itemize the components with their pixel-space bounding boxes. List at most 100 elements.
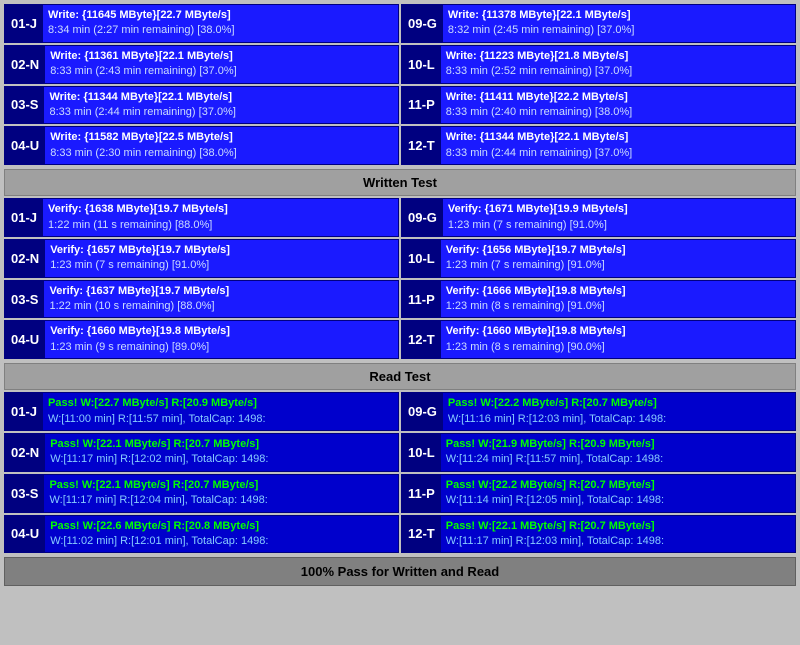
write-line1-12t: Write: {11344 MByte}[22.1 MByte/s] xyxy=(446,130,790,145)
pass-info-11p: Pass! W:[22.2 MByte/s] R:[20.7 MByte/s] … xyxy=(441,475,795,512)
device-label-10l: 10-L xyxy=(402,46,441,83)
device-info-03s: Write: {11344 MByte}[22.1 MByte/s] 8:33 … xyxy=(44,87,398,124)
verify-label-02n: 02-N xyxy=(5,240,45,277)
device-info-12t: Write: {11344 MByte}[22.1 MByte/s] 8:33 … xyxy=(441,127,795,164)
pass-cell-04u: 04-U Pass! W:[22.6 MByte/s] R:[20.8 MByt… xyxy=(4,515,399,554)
main-container: 01-J Write: {11645 MByte}[22.7 MByte/s] … xyxy=(0,0,800,590)
verify-line2-04u: 1:23 min (9 s remaining) [89.0%] xyxy=(50,340,393,355)
write-line2-12t: 8:33 min (2:44 min remaining) [37.0%] xyxy=(446,146,790,161)
verify-label-03s: 03-S xyxy=(5,281,44,318)
device-label-02n: 02-N xyxy=(5,46,45,83)
verify-cell-02n: 02-N Verify: {1657 MByte}[19.7 MByte/s] … xyxy=(4,239,399,278)
pass-line2-11p: W:[11:14 min] R:[12:05 min], TotalCap: 1… xyxy=(446,493,790,508)
pass-cell-09g: 09-G Pass! W:[22.2 MByte/s] R:[20.7 MByt… xyxy=(401,392,796,431)
write-line1-09g: Write: {11378 MByte}[22.1 MByte/s] xyxy=(448,8,790,23)
pass-line1-12t: Pass! W:[22.1 MByte/s] R:[20.7 MByte/s] xyxy=(446,519,790,534)
write-cell-10l: 10-L Write: {11223 MByte}[21.8 MByte/s] … xyxy=(401,45,796,84)
device-info-02n: Write: {11361 MByte}[22.1 MByte/s] 8:33 … xyxy=(45,46,398,83)
write-cell-02n: 02-N Write: {11361 MByte}[22.1 MByte/s] … xyxy=(4,45,399,84)
pass-line1-10l: Pass! W:[21.9 MByte/s] R:[20.9 MByte/s] xyxy=(446,437,790,452)
write-cell-11p: 11-P Write: {11411 MByte}[22.2 MByte/s] … xyxy=(401,86,796,125)
pass-label-11p: 11-P xyxy=(402,475,441,512)
device-info-11p: Write: {11411 MByte}[22.2 MByte/s] 8:33 … xyxy=(441,87,795,124)
write-cell-09g: 09-G Write: {11378 MByte}[22.1 MByte/s] … xyxy=(401,4,796,43)
device-info-04u: Write: {11582 MByte}[22.5 MByte/s] 8:33 … xyxy=(45,127,398,164)
verify-cell-09g: 09-G Verify: {1671 MByte}[19.9 MByte/s] … xyxy=(401,198,796,237)
verify-line1-01j: Verify: {1638 MByte}[19.7 MByte/s] xyxy=(48,202,393,217)
verify-info-10l: Verify: {1656 MByte}[19.7 MByte/s] 1:23 … xyxy=(441,240,795,277)
write-line1-11p: Write: {11411 MByte}[22.2 MByte/s] xyxy=(446,90,790,105)
verify-label-04u: 04-U xyxy=(5,321,45,358)
pass-line2-01j: W:[11:00 min] R:[11:57 min], TotalCap: 1… xyxy=(48,412,393,427)
write-line2-02n: 8:33 min (2:43 min remaining) [37.0%] xyxy=(50,64,393,79)
write-line2-10l: 8:33 min (2:52 min remaining) [37.0%] xyxy=(446,64,790,79)
pass-cell-01j: 01-J Pass! W:[22.7 MByte/s] R:[20.9 MByt… xyxy=(4,392,399,431)
verify-line1-11p: Verify: {1666 MByte}[19.8 MByte/s] xyxy=(446,284,790,299)
pass-cell-12t: 12-T Pass! W:[22.1 MByte/s] R:[20.7 MByt… xyxy=(401,515,796,554)
pass-info-03s: Pass! W:[22.1 MByte/s] R:[20.7 MByte/s] … xyxy=(44,475,398,512)
device-info-01j: Write: {11645 MByte}[22.7 MByte/s] 8:34 … xyxy=(43,5,398,42)
device-label-09g: 09-G xyxy=(402,5,443,42)
pass-line2-04u: W:[11:02 min] R:[12:01 min], TotalCap: 1… xyxy=(50,534,393,549)
device-label-12t: 12-T xyxy=(402,127,441,164)
verify-info-04u: Verify: {1660 MByte}[19.8 MByte/s] 1:23 … xyxy=(45,321,398,358)
pass-info-04u: Pass! W:[22.6 MByte/s] R:[20.8 MByte/s] … xyxy=(45,516,398,553)
verify-line2-03s: 1:22 min (10 s remaining) [88.0%] xyxy=(49,299,393,314)
pass-label-02n: 02-N xyxy=(5,434,45,471)
write-line2-11p: 8:33 min (2:40 min remaining) [38.0%] xyxy=(446,105,790,120)
verify-info-01j: Verify: {1638 MByte}[19.7 MByte/s] 1:22 … xyxy=(43,199,398,236)
pass-line2-02n: W:[11:17 min] R:[12:02 min], TotalCap: 1… xyxy=(50,452,393,467)
verify-cell-04u: 04-U Verify: {1660 MByte}[19.8 MByte/s] … xyxy=(4,320,399,359)
pass-grid: 01-J Pass! W:[22.7 MByte/s] R:[20.9 MByt… xyxy=(4,392,796,553)
verify-label-01j: 01-J xyxy=(5,199,43,236)
verify-info-02n: Verify: {1657 MByte}[19.7 MByte/s] 1:23 … xyxy=(45,240,398,277)
verify-cell-12t: 12-T Verify: {1660 MByte}[19.8 MByte/s] … xyxy=(401,320,796,359)
pass-label-12t: 12-T xyxy=(402,516,441,553)
verify-line1-12t: Verify: {1660 MByte}[19.8 MByte/s] xyxy=(446,324,790,339)
pass-section: 01-J Pass! W:[22.7 MByte/s] R:[20.9 MByt… xyxy=(4,392,796,553)
write-line1-02n: Write: {11361 MByte}[22.1 MByte/s] xyxy=(50,49,393,64)
write-line1-01j: Write: {11645 MByte}[22.7 MByte/s] xyxy=(48,8,393,23)
pass-line1-04u: Pass! W:[22.6 MByte/s] R:[20.8 MByte/s] xyxy=(50,519,393,534)
verify-label-12t: 12-T xyxy=(402,321,441,358)
device-label-01j: 01-J xyxy=(5,5,43,42)
write-grid: 01-J Write: {11645 MByte}[22.7 MByte/s] … xyxy=(4,4,796,165)
write-cell-03s: 03-S Write: {11344 MByte}[22.1 MByte/s] … xyxy=(4,86,399,125)
verify-line2-02n: 1:23 min (7 s remaining) [91.0%] xyxy=(50,258,393,273)
write-line2-01j: 8:34 min (2:27 min remaining) [38.0%] xyxy=(48,23,393,38)
pass-info-09g: Pass! W:[22.2 MByte/s] R:[20.7 MByte/s] … xyxy=(443,393,795,430)
verify-label-09g: 09-G xyxy=(402,199,443,236)
verify-cell-11p: 11-P Verify: {1666 MByte}[19.8 MByte/s] … xyxy=(401,280,796,319)
pass-label-09g: 09-G xyxy=(402,393,443,430)
write-line2-03s: 8:33 min (2:44 min remaining) [37.0%] xyxy=(49,105,393,120)
verify-line1-09g: Verify: {1671 MByte}[19.9 MByte/s] xyxy=(448,202,790,217)
verify-line1-10l: Verify: {1656 MByte}[19.7 MByte/s] xyxy=(446,243,790,258)
verify-line2-11p: 1:23 min (8 s remaining) [91.0%] xyxy=(446,299,790,314)
verify-line2-10l: 1:23 min (7 s remaining) [91.0%] xyxy=(446,258,790,273)
pass-cell-03s: 03-S Pass! W:[22.1 MByte/s] R:[20.7 MByt… xyxy=(4,474,399,513)
pass-line1-09g: Pass! W:[22.2 MByte/s] R:[20.7 MByte/s] xyxy=(448,396,790,411)
verify-grid: 01-J Verify: {1638 MByte}[19.7 MByte/s] … xyxy=(4,198,796,359)
pass-cell-10l: 10-L Pass! W:[21.9 MByte/s] R:[20.9 MByt… xyxy=(401,433,796,472)
verify-info-12t: Verify: {1660 MByte}[19.8 MByte/s] 1:23 … xyxy=(441,321,795,358)
verify-line2-12t: 1:23 min (8 s remaining) [90.0%] xyxy=(446,340,790,355)
verify-line1-03s: Verify: {1637 MByte}[19.7 MByte/s] xyxy=(49,284,393,299)
write-cell-01j: 01-J Write: {11645 MByte}[22.7 MByte/s] … xyxy=(4,4,399,43)
verify-label-11p: 11-P xyxy=(402,281,441,318)
pass-line2-03s: W:[11:17 min] R:[12:04 min], TotalCap: 1… xyxy=(49,493,393,508)
verify-info-11p: Verify: {1666 MByte}[19.8 MByte/s] 1:23 … xyxy=(441,281,795,318)
write-section: 01-J Write: {11645 MByte}[22.7 MByte/s] … xyxy=(4,4,796,165)
pass-label-01j: 01-J xyxy=(5,393,43,430)
footer-bar: 100% Pass for Written and Read xyxy=(4,557,796,586)
write-line2-04u: 8:33 min (2:30 min remaining) [38.0%] xyxy=(50,146,393,161)
pass-info-02n: Pass! W:[22.1 MByte/s] R:[20.7 MByte/s] … xyxy=(45,434,398,471)
pass-label-10l: 10-L xyxy=(402,434,441,471)
verify-line2-09g: 1:23 min (7 s remaining) [91.0%] xyxy=(448,218,790,233)
pass-label-03s: 03-S xyxy=(5,475,44,512)
write-line1-10l: Write: {11223 MByte}[21.8 MByte/s] xyxy=(446,49,790,64)
write-cell-04u: 04-U Write: {11582 MByte}[22.5 MByte/s] … xyxy=(4,126,399,165)
pass-info-10l: Pass! W:[21.9 MByte/s] R:[20.9 MByte/s] … xyxy=(441,434,795,471)
pass-line2-10l: W:[11:24 min] R:[11:57 min], TotalCap: 1… xyxy=(446,452,790,467)
pass-cell-11p: 11-P Pass! W:[22.2 MByte/s] R:[20.7 MByt… xyxy=(401,474,796,513)
pass-line2-09g: W:[11:16 min] R:[12:03 min], TotalCap: 1… xyxy=(448,412,790,427)
